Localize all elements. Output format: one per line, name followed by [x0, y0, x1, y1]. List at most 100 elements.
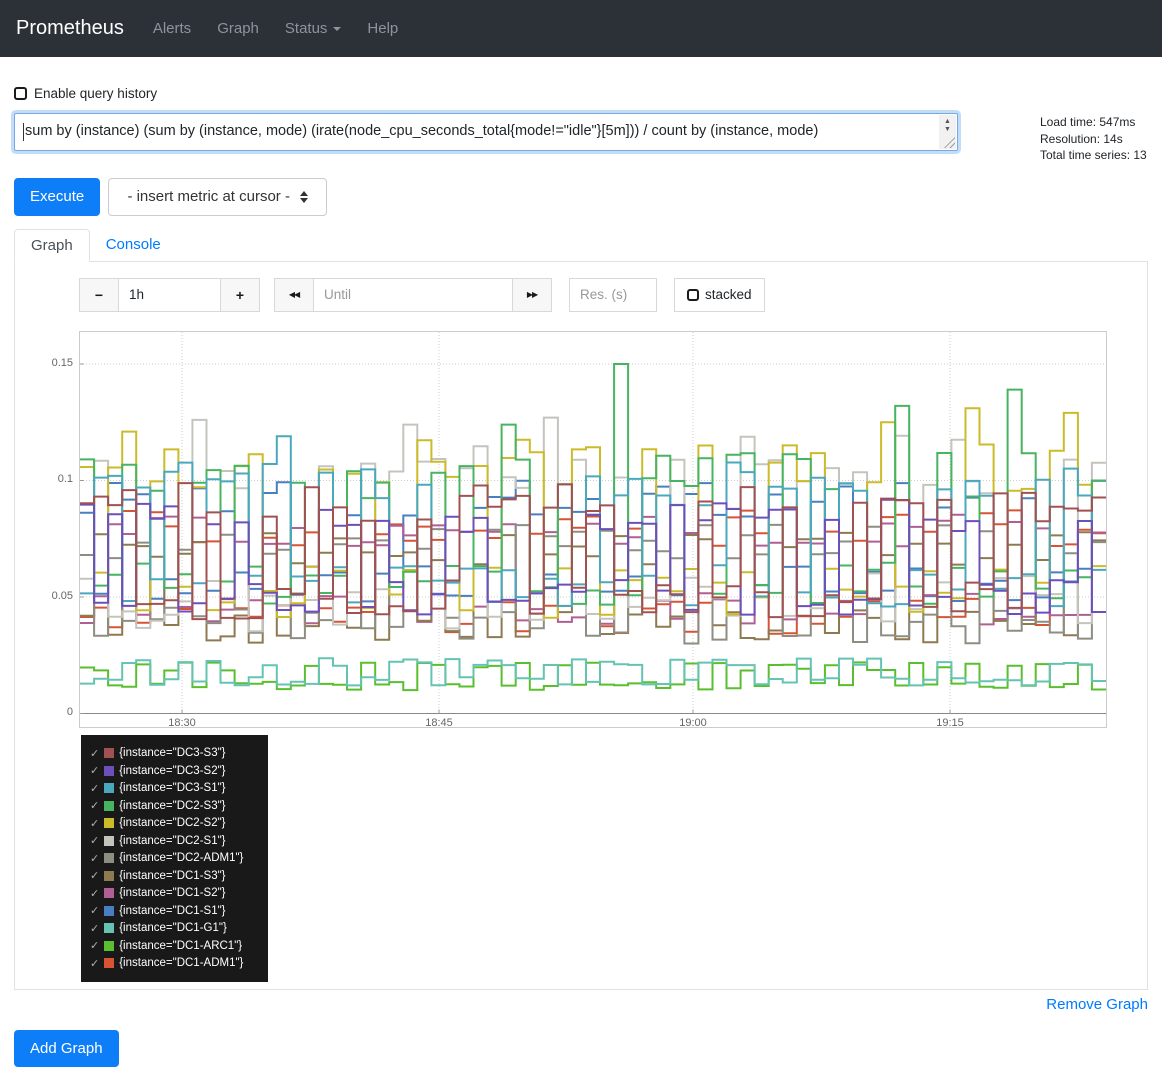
query-expression-input[interactable]: sum by (instance) (sum by (instance, mod…: [14, 113, 958, 151]
legend-swatch: [104, 766, 114, 776]
stacked-label: stacked: [705, 287, 752, 302]
legend-item[interactable]: ✓ {instance="DC1-S1"}: [90, 902, 268, 920]
main-content: Enable query history sum by (instance) (…: [0, 86, 1162, 1067]
legend-swatch: [104, 748, 114, 758]
until-input[interactable]: [314, 278, 512, 312]
x-tick-label: 18:45: [425, 717, 453, 729]
legend-label: {instance="DC1-S2"}: [119, 887, 225, 899]
legend-label: {instance="DC1-S1"}: [119, 905, 225, 917]
range-input[interactable]: [119, 278, 220, 312]
check-icon: ✓: [90, 764, 99, 777]
legend-label: {instance="DC1-G1"}: [119, 922, 227, 934]
resolution-input[interactable]: [569, 278, 657, 312]
query-history-checkbox[interactable]: [14, 87, 27, 100]
add-graph-button[interactable]: Add Graph: [14, 1030, 119, 1067]
time-forward-button[interactable]: ▶▶: [512, 278, 552, 312]
range-decrease-button[interactable]: −: [79, 278, 119, 312]
nav-item-graph[interactable]: Graph: [204, 20, 272, 37]
legend-item[interactable]: ✓ {instance="DC1-ADM1"}: [90, 955, 268, 973]
graph-controls: − + ◀◀ ▶▶ stacked: [79, 278, 1147, 312]
legend-label: {instance="DC1-ARC1"}: [119, 940, 242, 952]
stat-load-time: Load time: 547ms: [1040, 114, 1148, 131]
legend-item[interactable]: ✓ {instance="DC1-ARC1"}: [90, 937, 268, 955]
legend-label: {instance="DC1-ADM1"}: [119, 957, 243, 969]
legend-label: {instance="DC3-S3"}: [119, 747, 225, 759]
legend-swatch: [104, 818, 114, 828]
app-brand[interactable]: Prometheus: [16, 17, 124, 40]
legend-swatch: [104, 836, 114, 846]
stat-total-series: Total time series: 13: [1040, 147, 1148, 164]
tab-bar: Graph Console: [14, 229, 1148, 262]
legend-item[interactable]: ✓ {instance="DC2-S2"}: [90, 815, 268, 833]
y-tick-label: 0.15: [37, 357, 73, 369]
scroll-up-icon[interactable]: ▲: [944, 118, 951, 126]
select-updown-icon: [300, 191, 308, 203]
nav-item-alerts[interactable]: Alerts: [140, 20, 204, 37]
stacked-toggle-button[interactable]: stacked: [674, 278, 765, 312]
check-icon: ✓: [90, 887, 99, 900]
check-icon: ✓: [90, 834, 99, 847]
nav-item-help[interactable]: Help: [354, 20, 411, 37]
legend-swatch: [104, 871, 114, 881]
nav-menu: AlertsGraphStatusHelp: [140, 20, 411, 37]
legend-item[interactable]: ✓ {instance="DC3-S3"}: [90, 745, 268, 763]
check-icon: ✓: [90, 939, 99, 952]
check-icon: ✓: [90, 747, 99, 760]
legend-swatch: [104, 906, 114, 916]
check-icon: ✓: [90, 852, 99, 865]
legend-item[interactable]: ✓ {instance="DC2-ADM1"}: [90, 850, 268, 868]
legend-item[interactable]: ✓{instance="DC3-S1"}: [90, 780, 268, 798]
chart: 00.050.10.15 18:3018:4519:0019:15: [79, 331, 1107, 728]
scroll-down-icon[interactable]: ▼: [944, 126, 951, 134]
check-icon: ✓: [90, 869, 99, 882]
legend-swatch: [104, 958, 114, 968]
legend-label: {instance="DC2-S3"}: [119, 800, 225, 812]
check-icon: ✓: [90, 957, 99, 970]
time-input-group: ◀◀ ▶▶: [274, 278, 552, 312]
execute-button[interactable]: Execute: [14, 178, 100, 216]
legend-swatch: [104, 941, 114, 951]
query-history-label: Enable query history: [34, 86, 157, 101]
chart-plot-area[interactable]: [80, 332, 1106, 715]
chart-canvas[interactable]: 18:3018:4519:0019:15: [79, 331, 1107, 728]
range-increase-button[interactable]: +: [220, 278, 260, 312]
legend-item[interactable]: ✓ {instance="DC1-S3"}: [90, 867, 268, 885]
legend-label: {instance="DC3-S1"}: [119, 782, 225, 794]
y-tick-label: 0.05: [37, 590, 73, 602]
legend-swatch: [104, 853, 114, 863]
legend-swatch: [104, 801, 114, 811]
insert-metric-dropdown[interactable]: - insert metric at cursor -: [108, 178, 327, 216]
time-back-button[interactable]: ◀◀: [274, 278, 314, 312]
legend-label: {instance="DC2-S1"}: [119, 835, 225, 847]
y-tick-label: 0.1: [37, 473, 73, 485]
legend-label: {instance="DC1-S3"}: [119, 870, 225, 882]
legend-item[interactable]: ✓ {instance="DC1-S2"}: [90, 885, 268, 903]
check-icon: ✓: [90, 817, 99, 830]
stat-resolution: Resolution: 14s: [1040, 131, 1148, 148]
legend-label: {instance="DC2-ADM1"}: [119, 852, 243, 864]
legend-swatch: [104, 783, 114, 793]
check-icon: ✓: [90, 799, 99, 812]
legend-swatch: [104, 923, 114, 933]
legend-label: {instance="DC2-S2"}: [119, 817, 225, 829]
legend-item[interactable]: ✓ {instance="DC2-S1"}: [90, 832, 268, 850]
insert-metric-label: - insert metric at cursor -: [127, 188, 290, 205]
range-input-group: − +: [79, 278, 260, 312]
navbar: Prometheus AlertsGraphStatusHelp: [0, 0, 1162, 57]
x-tick-label: 19:15: [936, 717, 964, 729]
legend-item[interactable]: ✓ {instance="DC2-S3"}: [90, 797, 268, 815]
legend-item[interactable]: ✓{instance="DC3-S2"}: [90, 762, 268, 780]
tab-graph[interactable]: Graph: [14, 229, 90, 262]
query-stats: Load time: 547ms Resolution: 14s Total t…: [1040, 113, 1148, 164]
query-expression-text: sum by (instance) (sum by (instance, mod…: [25, 123, 935, 139]
nav-item-status[interactable]: Status: [272, 20, 355, 37]
graph-panel: − + ◀◀ ▶▶ stacked 00.050.10.15 18:3018:4…: [14, 262, 1148, 991]
legend-item[interactable]: ✓{instance="DC1-G1"}: [90, 920, 268, 938]
x-tick-label: 19:00: [679, 717, 707, 729]
check-icon: ✓: [90, 904, 99, 917]
y-tick-label: 0: [37, 706, 73, 718]
legend: ✓ {instance="DC3-S3"} ✓{instance="DC3-S2"}…: [81, 735, 268, 983]
tab-console[interactable]: Console: [90, 229, 177, 261]
remove-graph-link[interactable]: Remove Graph: [1046, 996, 1148, 1013]
stacked-checkbox[interactable]: [687, 289, 699, 301]
